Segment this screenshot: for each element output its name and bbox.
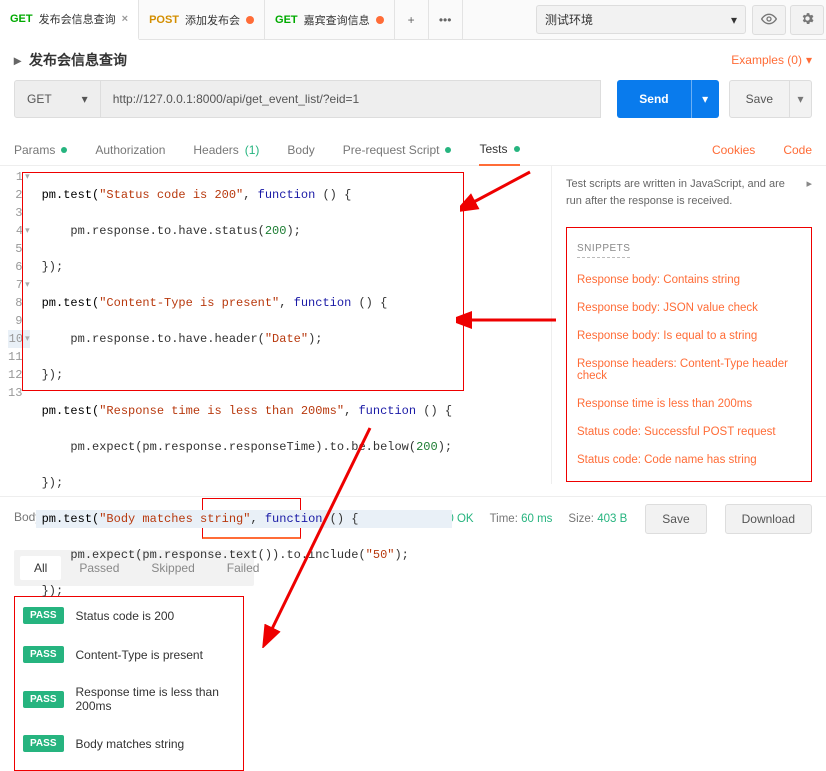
snippet-item[interactable]: Response body: Contains string bbox=[577, 274, 801, 286]
chevron-down-icon: ▾ bbox=[702, 92, 708, 106]
tab-label: 嘉宾查询信息 bbox=[304, 12, 370, 28]
examples-label: Examples (0) bbox=[731, 53, 802, 67]
tab-params[interactable]: Params bbox=[14, 135, 67, 165]
snippets-title: SNIPPETS bbox=[577, 243, 630, 258]
save-button[interactable]: Save bbox=[729, 80, 790, 118]
url-value: http://127.0.0.1:8000/api/get_event_list… bbox=[113, 92, 360, 106]
tab-2[interactable]: GET 嘉宾查询信息 bbox=[265, 0, 395, 39]
tab-authorization[interactable]: Authorization bbox=[95, 135, 165, 165]
tab-method: GET bbox=[275, 14, 298, 26]
send-dropdown-button[interactable]: ▾ bbox=[691, 80, 719, 118]
settings-button[interactable] bbox=[790, 5, 824, 35]
gear-icon bbox=[800, 11, 815, 29]
arrow-right-icon: ▸ bbox=[14, 52, 21, 69]
environment-name: 测试环境 bbox=[545, 11, 593, 28]
tab-method: POST bbox=[149, 14, 179, 26]
snippet-description: Test scripts are written in JavaScript, … bbox=[566, 176, 812, 209]
tab-headers[interactable]: Headers (1) bbox=[193, 135, 259, 165]
method-select[interactable]: GET ▾ bbox=[14, 80, 101, 118]
test-name: Body matches string bbox=[76, 737, 185, 751]
chevron-down-icon: ▾ bbox=[806, 53, 812, 67]
more-tabs-button[interactable]: ••• bbox=[429, 0, 463, 39]
environment-quicklook-button[interactable] bbox=[752, 5, 786, 35]
tab-tests[interactable]: Tests bbox=[479, 134, 519, 166]
tab-bar: GET 发布会信息查询 × POST 添加发布会 GET 嘉宾查询信息 + ••… bbox=[0, 0, 826, 40]
pass-badge: PASS bbox=[23, 691, 64, 708]
tab-method: GET bbox=[10, 13, 33, 25]
url-input[interactable]: http://127.0.0.1:8000/api/get_event_list… bbox=[101, 80, 602, 118]
snippets-panel: SNIPPETS Response body: Contains string … bbox=[566, 227, 812, 482]
chevron-down-icon: ▾ bbox=[731, 13, 737, 27]
tab-body[interactable]: Body bbox=[287, 135, 314, 165]
code-link[interactable]: Code bbox=[783, 143, 812, 157]
examples-button[interactable]: Examples (0) ▾ bbox=[731, 53, 812, 67]
eye-icon bbox=[761, 11, 777, 30]
snippet-item[interactable]: Status code: Successful POST request bbox=[577, 426, 801, 438]
new-tab-button[interactable]: + bbox=[395, 0, 429, 39]
snippet-item[interactable]: Response time is less than 200ms bbox=[577, 398, 801, 410]
request-title: 发布会信息查询 bbox=[29, 50, 127, 70]
send-button[interactable]: Send bbox=[617, 80, 690, 118]
chevron-down-icon: ▾ bbox=[797, 92, 803, 106]
snippet-item[interactable]: Response body: JSON value check bbox=[577, 302, 801, 314]
tab-label: 发布会信息查询 bbox=[39, 11, 116, 27]
indicator-dot-icon bbox=[61, 147, 67, 153]
tab-label: 添加发布会 bbox=[185, 12, 240, 28]
tab-0[interactable]: GET 发布会信息查询 × bbox=[0, 0, 139, 40]
test-name: Response time is less than 200ms bbox=[76, 685, 236, 713]
pass-badge: PASS bbox=[23, 735, 64, 752]
snippet-item[interactable]: Response headers: Content-Type header ch… bbox=[577, 358, 801, 382]
cookies-link[interactable]: Cookies bbox=[712, 143, 755, 157]
chevron-down-icon: ▾ bbox=[82, 92, 88, 106]
request-name[interactable]: ▸ 发布会信息查询 bbox=[14, 50, 127, 70]
indicator-dot-icon bbox=[514, 146, 520, 152]
annotation-box bbox=[22, 172, 464, 391]
save-response-button[interactable]: Save bbox=[645, 504, 706, 534]
save-dropdown-button[interactable]: ▾ bbox=[790, 80, 812, 118]
method-value: GET bbox=[27, 92, 52, 106]
tab-1[interactable]: POST 添加发布会 bbox=[139, 0, 265, 39]
unsaved-dot-icon bbox=[246, 16, 254, 24]
snippet-item[interactable]: Status code: Code name has string bbox=[577, 454, 801, 466]
snippet-item[interactable]: Response body: Is equal to a string bbox=[577, 330, 801, 342]
indicator-dot-icon bbox=[445, 147, 451, 153]
test-result-row: PASS Body matches string bbox=[23, 735, 235, 752]
chevron-right-icon[interactable]: ▸ bbox=[806, 176, 812, 193]
close-icon[interactable]: × bbox=[122, 13, 128, 25]
test-result-row: PASS Response time is less than 200ms bbox=[23, 685, 235, 713]
tab-prerequest[interactable]: Pre-request Script bbox=[343, 135, 452, 165]
unsaved-dot-icon bbox=[376, 16, 384, 24]
environment-select[interactable]: 测试环境 ▾ bbox=[536, 5, 746, 34]
download-button[interactable]: Download bbox=[725, 504, 812, 534]
